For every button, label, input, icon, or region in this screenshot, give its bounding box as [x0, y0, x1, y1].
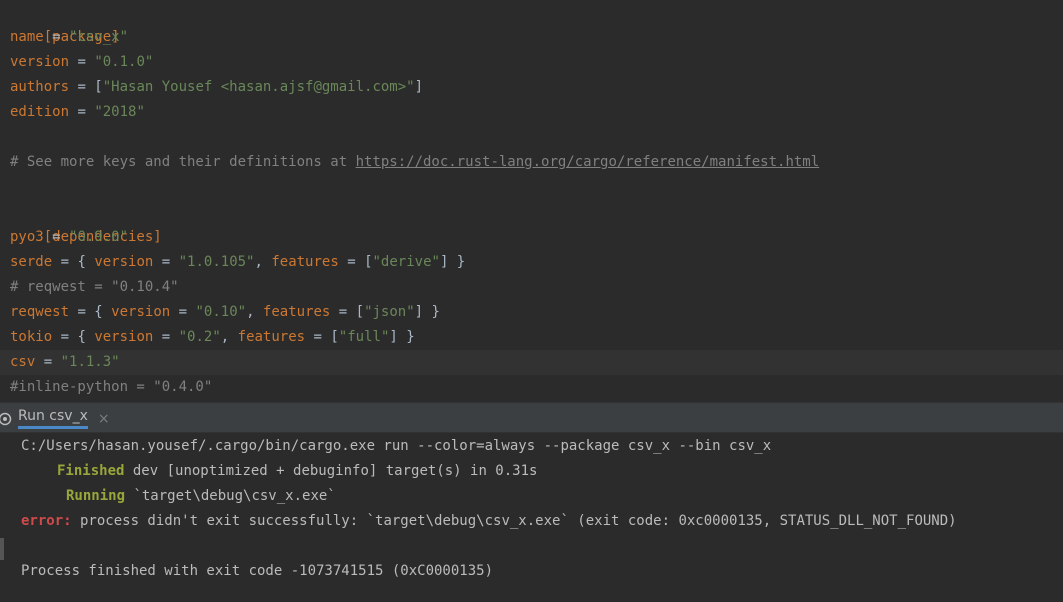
close-icon[interactable]: × — [98, 411, 110, 427]
code-line: reqwest = { version = "0.10", features =… — [10, 304, 440, 320]
run-config-icon — [0, 412, 12, 425]
code-line: edition = "2018" — [10, 104, 145, 120]
code-line: #inline-python = "0.4.0" — [10, 375, 212, 400]
tab-run-csv-x[interactable]: Run csv_x × — [0, 403, 118, 434]
scroll-marker — [0, 538, 4, 560]
code-line: version = "0.1.0" — [10, 54, 154, 70]
console-line: Running `target\debug\csv_x.exe` — [66, 488, 336, 504]
finished-label: Finished — [57, 463, 125, 479]
code-editor[interactable]: [package] name = "csv_x" version = "0.1.… — [0, 0, 1063, 400]
code-line: # See more keys and their definitions at… — [10, 150, 819, 175]
comment: #inline-python = "0.4.0" — [10, 379, 213, 395]
console-output[interactable]: C:/Users/hasan.yousef/.cargo/bin/cargo.e… — [0, 434, 1063, 602]
tab-label: Run csv_x — [18, 408, 88, 429]
code-line: serde = { version = "1.0.105", features … — [10, 254, 466, 270]
code-line: tokio = { version = "0.2", features = ["… — [10, 329, 415, 345]
console-line: error: process didn't exit successfully:… — [21, 513, 957, 529]
console-line: Process finished with exit code -1073741… — [21, 563, 494, 579]
comment: # See more keys and their definitions at — [10, 154, 356, 170]
code-line: [dependencies] — [10, 200, 162, 245]
code-line: authors = ["Hasan Yousef <hasan.ajsf@gma… — [10, 79, 424, 95]
current-code-line: csv = "1.1.3" — [0, 350, 1063, 375]
console-line: Finished dev [unoptimized + debuginfo] t… — [57, 463, 538, 479]
run-tool-window-header: Run csv_x × — [0, 402, 1063, 433]
comment: # reqwest = "0.10.4" — [10, 279, 179, 295]
running-label: Running — [66, 488, 126, 504]
code-line: name = "csv_x" — [10, 29, 129, 45]
error-label: error: — [21, 513, 72, 529]
code-line: pyo3 = "0.9.0" — [10, 229, 129, 245]
code-line: [package] — [10, 0, 120, 45]
console-line: C:/Users/hasan.yousef/.cargo/bin/cargo.e… — [21, 438, 772, 454]
code-line: # reqwest = "0.10.4" — [10, 275, 179, 300]
manifest-link[interactable]: https://doc.rust-lang.org/cargo/referenc… — [356, 154, 820, 170]
